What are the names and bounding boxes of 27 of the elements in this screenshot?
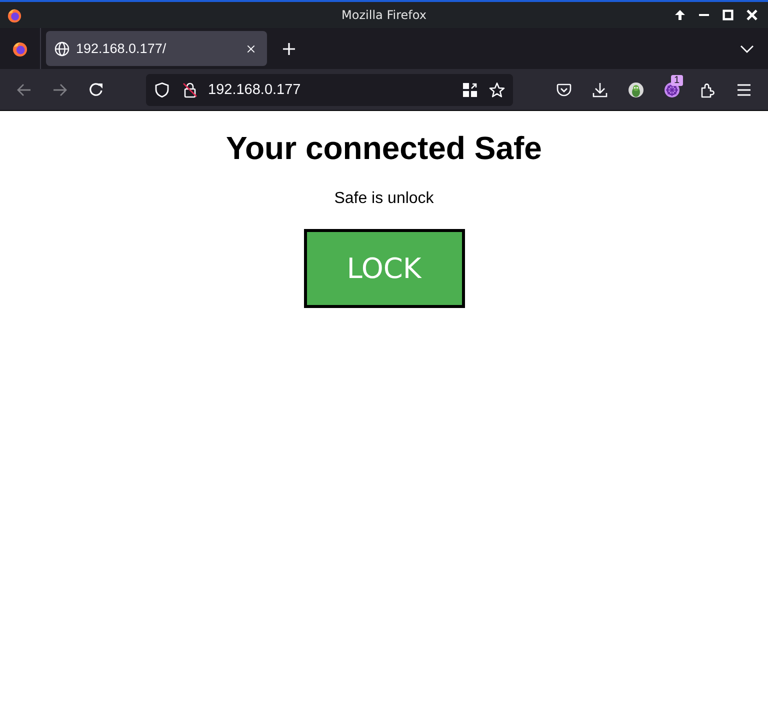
notification-badge: 1	[671, 74, 683, 86]
lock-strikethrough-icon[interactable]	[182, 82, 198, 98]
download-icon[interactable]	[592, 82, 608, 98]
fox-logo-icon	[7, 8, 22, 22]
globe-icon	[54, 40, 70, 56]
tab-title: 192.168.0.177/	[76, 41, 168, 56]
menu-icon[interactable]	[736, 82, 752, 98]
shield-icon[interactable]	[154, 82, 170, 98]
maximize-icon[interactable]	[722, 9, 734, 21]
close-icon[interactable]	[746, 9, 758, 21]
address-bar[interactable]: 192.168.0.177	[146, 74, 513, 106]
close-tab-icon[interactable]	[246, 44, 256, 54]
fox-logo-icon[interactable]	[12, 40, 28, 56]
squares-icon[interactable]	[462, 82, 478, 98]
plus-icon[interactable]	[282, 42, 296, 56]
puzzle-icon[interactable]	[700, 82, 716, 98]
star-icon[interactable]	[489, 82, 505, 98]
creature-avatar-icon[interactable]	[628, 82, 644, 98]
reload-icon[interactable]	[88, 82, 104, 98]
page-heading: Your connected Safe	[226, 130, 542, 167]
chevron-down-icon[interactable]	[740, 44, 754, 54]
up-arrow-icon[interactable]	[674, 9, 686, 21]
browser-tab[interactable]: 192.168.0.177/	[46, 31, 267, 66]
url-text: 192.168.0.177	[208, 82, 302, 98]
rounded-chevron-icon[interactable]	[556, 82, 572, 98]
window-title: Mozilla Firefox	[342, 8, 426, 22]
lock-status-text: Safe is unlock	[334, 190, 434, 208]
